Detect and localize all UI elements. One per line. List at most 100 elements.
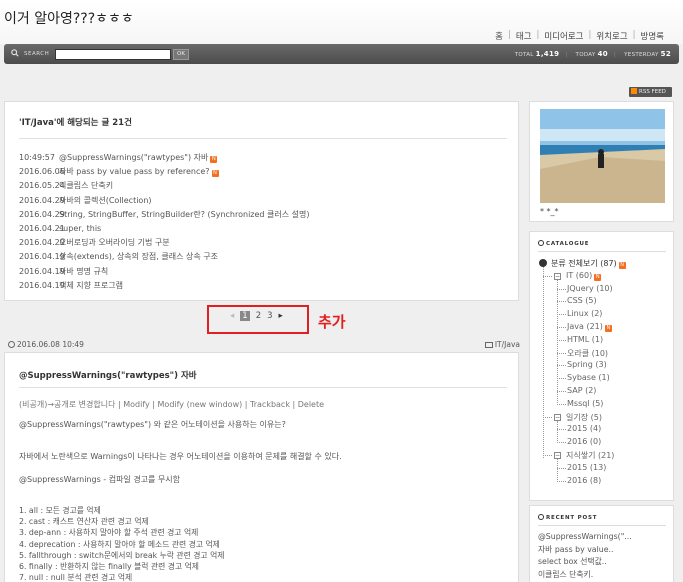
post-paragraph: @SuppressWarnings("rawtypes") 와 같은 어노테이션… xyxy=(19,420,286,429)
list-item[interactable]: 10:49:57 @SuppressWarnings("rawtypes") 자바… xyxy=(19,151,310,165)
category-item[interactable]: 일기장 (5) xyxy=(566,412,602,423)
stats-separator: | xyxy=(613,52,617,58)
category-item[interactable]: 2015 (13) xyxy=(567,463,606,472)
list-item-title[interactable]: 자바 pass by value pass by reference? xyxy=(59,167,210,176)
catalogue-heading: CATALOGUE xyxy=(538,240,589,247)
tree-branch-line xyxy=(557,339,566,341)
nav-guestbook[interactable]: 방명록 xyxy=(636,30,669,42)
list-item-title[interactable]: @SuppressWarnings("rawtypes") 자바 xyxy=(59,153,208,162)
recent-heading: RECENT POST xyxy=(538,514,597,521)
blog-title[interactable]: 이거 알아영???ㅎㅎㅎ xyxy=(4,8,134,28)
nav-tag[interactable]: 태그 xyxy=(511,30,537,42)
list-item[interactable]: 2016.04.29자바의 콜렉션(Collection) xyxy=(19,194,310,208)
category-item[interactable]: Java (21) N xyxy=(567,322,612,332)
recent-post-item[interactable]: @SuppressWarnings("... xyxy=(538,531,632,544)
stats-separator: | xyxy=(565,52,568,58)
post-article: @SuppressWarnings("rawtypes") 자바 (비공개)→공… xyxy=(4,352,519,582)
rule-item: 1. all : 모든 경고를 억제 xyxy=(19,506,101,515)
rss-feed-button[interactable]: RSS FEED xyxy=(629,87,672,97)
new-badge-icon: N xyxy=(210,156,218,163)
category-item[interactable]: Linux (2) xyxy=(567,309,602,318)
list-item-title[interactable]: 이클립스 단축키 xyxy=(59,181,113,190)
rule-item: 6. finally : 반환하지 않는 finally 블럭 관련 경고 억제 xyxy=(19,562,199,572)
list-item-title[interactable]: String, StringBuffer, StringBuilder란? (S… xyxy=(59,210,310,219)
tree-branch-line xyxy=(557,480,566,482)
tree-branch-line xyxy=(557,429,566,431)
list-title: 'IT/Java'에 해당되는 글 21건 xyxy=(19,118,132,128)
list-item-date: 2016.04.20 xyxy=(19,238,65,248)
category-item[interactable]: Mssql (5) xyxy=(567,399,603,408)
category-label: IT (60) xyxy=(566,270,593,280)
list-item[interactable]: 2016.04.19상속(extends), 상속의 장점, 클래스 상속 구조 xyxy=(19,250,310,264)
nav-medialog[interactable]: 미디어로그 xyxy=(539,30,588,42)
category-item[interactable]: 2016 (8) xyxy=(567,476,601,485)
nav-locationlog[interactable]: 위치로그 xyxy=(591,30,632,42)
nav-home[interactable]: 홈 xyxy=(490,30,508,42)
yesterday-count: 52 xyxy=(660,50,671,58)
category-item[interactable]: JQuery (10) xyxy=(567,284,613,293)
category-item[interactable]: 지식쌓기 (21) xyxy=(566,450,614,461)
list-item-date: 2016.04.29 xyxy=(19,195,65,205)
list-item[interactable]: 2016.04.20오버로딩과 오버라이딩 기법 구분 xyxy=(19,236,310,250)
list-item-title[interactable]: 자바 명명 규칙 xyxy=(59,267,108,276)
post-date-text: 2016.06.08 10:49 xyxy=(17,340,84,349)
divider xyxy=(538,525,666,526)
list-item[interactable]: 2016.06.06자바 pass by value pass by refer… xyxy=(19,165,310,179)
tree-branch-line xyxy=(557,378,566,380)
list-item[interactable]: 2016.04.21super, this xyxy=(19,222,310,236)
search-input[interactable] xyxy=(55,49,171,60)
recent-post-item[interactable]: 이클립스 단축키. xyxy=(538,569,632,582)
list-item-title[interactable]: 객체 지향 프로그램 xyxy=(59,281,123,290)
tree-toggle-icon[interactable]: − xyxy=(554,272,561,280)
post-actions[interactable]: (비공개)→공개로 변경합니다 | Modify | Modify (new w… xyxy=(19,399,324,410)
list-item[interactable]: 2016.04.19객체 지향 프로그램 xyxy=(19,279,310,293)
post-paragraph: @SuppressWarnings - 컴파일 경고를 무시함 xyxy=(19,475,181,484)
category-item[interactable]: Sybase (1) xyxy=(567,373,610,382)
catalogue-box: CATALOGUE 분류 전체보기 (87) N − IT (60) N JQuery (… xyxy=(529,231,674,501)
category-item[interactable]: 오라클 (10) xyxy=(567,348,608,359)
category-item[interactable]: HTML (1) xyxy=(567,335,603,344)
category-item[interactable]: SAP (2) xyxy=(567,386,596,395)
post-category[interactable]: IT/Java xyxy=(484,340,520,349)
recent-post-box: RECENT POST @SuppressWarnings("... 자바 pas… xyxy=(529,505,674,582)
category-item[interactable]: 2015 (4) xyxy=(567,424,601,433)
list-item[interactable]: 2016.05.24이클립스 단축키 xyxy=(19,179,310,193)
tree-branch-line xyxy=(543,416,552,418)
tree-branch-line xyxy=(543,455,552,456)
tree-branch-line xyxy=(557,459,558,482)
tree-toggle-icon[interactable]: − xyxy=(554,413,561,421)
category-item[interactable]: CSS (5) xyxy=(567,296,597,305)
list-item[interactable]: 2016.04.19자바 명명 규칙 xyxy=(19,265,310,279)
heading-dot-icon xyxy=(538,240,544,246)
list-item[interactable]: 2016.04.29String, StringBuffer, StringBu… xyxy=(19,208,310,222)
rule-item: 7. null : null 분석 관련 경고 억제 xyxy=(19,573,133,582)
divider xyxy=(19,138,507,139)
post-title[interactable]: @SuppressWarnings("rawtypes") 자바 xyxy=(19,369,197,381)
category-item[interactable]: IT (60) N xyxy=(566,270,602,281)
category-item[interactable]: 2016 (0) xyxy=(567,437,601,446)
recent-post-item[interactable]: 자바 pass by value.. xyxy=(538,544,632,557)
list-item-date: 2016.04.19 xyxy=(19,252,65,262)
list-item-title[interactable]: 오버로딩과 오버라이딩 기법 구분 xyxy=(59,238,170,247)
tree-toggle-icon[interactable]: − xyxy=(554,452,561,459)
list-item-title[interactable]: super, this xyxy=(59,224,101,233)
list-item-date: 2016.04.29 xyxy=(19,209,65,219)
category-post-list: 'IT/Java'에 해당되는 글 21건 10:49:57 @SuppressW… xyxy=(4,101,519,301)
recent-post-item[interactable]: select box 선택값.. xyxy=(538,556,632,569)
recent-post-list: @SuppressWarnings("... 자바 pass by value..… xyxy=(538,531,632,581)
category-label: 2015 (4) xyxy=(567,424,602,434)
list-item-title[interactable]: 자바의 콜렉션(Collection) xyxy=(59,196,152,205)
category-item[interactable]: Spring (3) xyxy=(567,360,607,369)
tree-branch-line xyxy=(557,420,558,444)
category-label: Spring (3) xyxy=(567,360,607,370)
list-item-title[interactable]: 상속(extends), 상속의 장점, 클래스 상속 구조 xyxy=(59,252,218,261)
category-label: CSS (5) xyxy=(567,296,597,306)
category-label: 일기장 (5) xyxy=(566,412,602,422)
category-all[interactable]: 분류 전체보기 (87) N xyxy=(551,258,626,269)
post-paragraph: 자바에서 노란색으로 Warnings이 나타나는 경우 어노테이션을 이용하여… xyxy=(19,452,342,461)
post-date: 2016.06.08 10:49 xyxy=(8,340,84,349)
search-ok-button[interactable]: OK xyxy=(173,49,189,60)
heading-dot-icon xyxy=(538,514,544,520)
new-badge-icon: N xyxy=(211,170,219,178)
list-item-date: 10:49:57 xyxy=(19,153,55,162)
